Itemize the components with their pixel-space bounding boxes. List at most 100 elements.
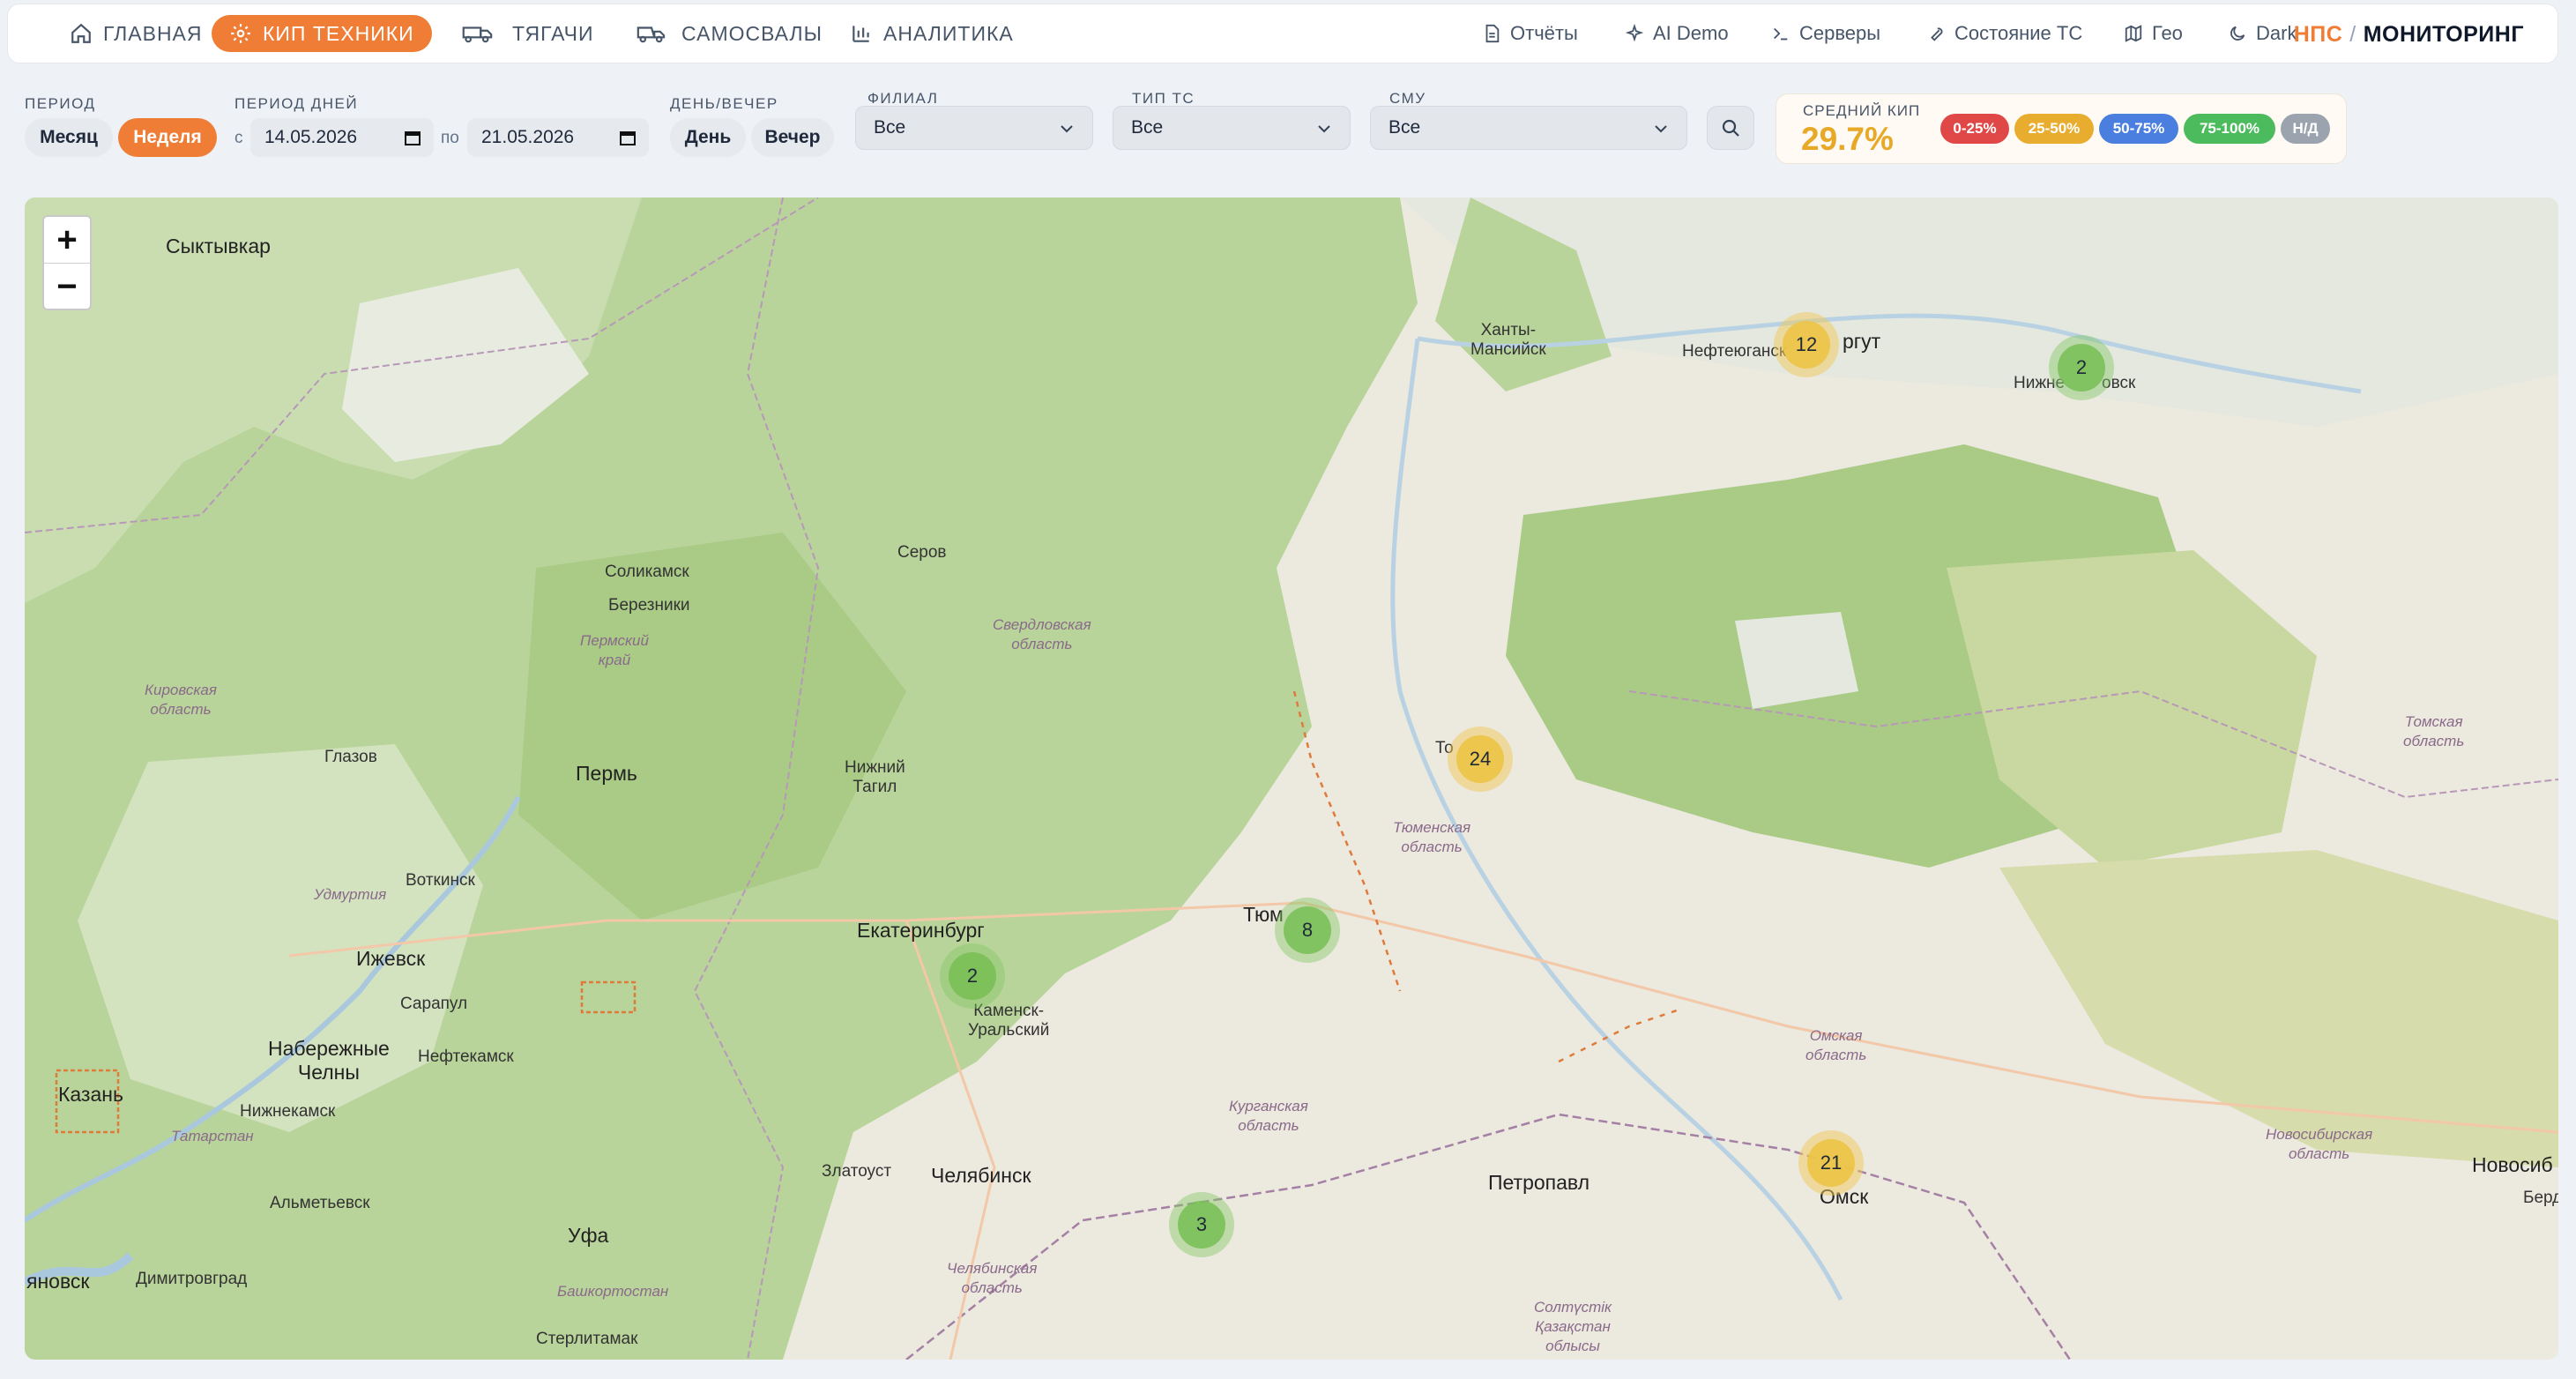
nav-tractors[interactable]: ТЯГАЧИ <box>436 15 611 52</box>
city-label: Челябинск <box>931 1164 1031 1187</box>
search-button[interactable] <box>1707 106 1754 150</box>
nav-ai-demo[interactable]: AI Demo <box>1625 15 1729 52</box>
region-label: Удмуртия <box>314 886 387 903</box>
cluster-count: 24 <box>1456 735 1504 783</box>
from-date-input[interactable]: 14.05.2026 <box>250 118 434 157</box>
cluster-count: 2 <box>2058 344 2105 391</box>
vehicle-cluster[interactable]: 3 <box>1169 1192 1234 1257</box>
nav-dark[interactable]: Dark <box>2228 15 2297 52</box>
vehicle-type-select[interactable]: Все <box>1113 106 1351 150</box>
top-nav: ГЛАВНАЯ КИП ТЕХНИКИ ТЯГАЧИ САМОСВАЛЫ АНА… <box>7 4 2558 63</box>
nav-servers-label: Серверы <box>1799 22 1881 44</box>
dump-truck-icon <box>637 26 666 43</box>
city-label: Альметьевск <box>270 1194 370 1212</box>
from-date-value: 14.05.2026 <box>264 127 358 147</box>
brand-sep: / <box>2349 22 2356 47</box>
city-label: Набережные Челны <box>268 1037 390 1084</box>
cluster-count: 8 <box>1284 906 1331 954</box>
vehicle-type-label: ТИП ТС <box>1132 90 1195 107</box>
city-label: яновск <box>26 1270 90 1293</box>
nav-home[interactable]: ГЛАВНАЯ <box>52 15 220 52</box>
city-label: Глазов <box>324 748 377 766</box>
city-label: Соликамск <box>605 563 689 581</box>
region-label: Тюменская область <box>1393 819 1471 855</box>
city-label: Пермь <box>576 762 637 785</box>
nav-ai-demo-label: AI Demo <box>1653 22 1729 44</box>
to-date-input[interactable]: 21.05.2026 <box>467 118 649 157</box>
map-tiles <box>25 198 2558 1360</box>
period-week-button[interactable]: Неделя <box>118 118 217 157</box>
truck-icon <box>462 26 493 43</box>
city-label: ргут <box>1843 330 1881 353</box>
nav-dark-label: Dark <box>2256 22 2297 44</box>
city-label: Нижнекамск <box>240 1102 336 1121</box>
home-icon <box>71 23 91 43</box>
nav-analytics[interactable]: АНАЛИТИКА <box>832 15 1031 52</box>
document-icon <box>1485 24 1500 43</box>
region-label: Пермский край <box>580 632 649 668</box>
day-evening-label: ДЕНЬ/ВЕЧЕР <box>670 95 778 112</box>
city-label: Березники <box>608 596 690 615</box>
search-icon <box>1722 119 1739 137</box>
legend-badge-50-75: 50-75% <box>2099 114 2178 144</box>
city-label: Нижний Тагил <box>845 758 905 796</box>
region-label: Новосибирская область <box>2266 1126 2373 1162</box>
vehicle-cluster[interactable]: 12 <box>1774 312 1839 377</box>
smu-select[interactable]: Все <box>1370 106 1687 150</box>
cluster-count: 12 <box>1783 321 1830 369</box>
nav-dumptrucks[interactable]: САМОСВАЛЫ <box>614 15 840 52</box>
city-label: Воткинск <box>406 871 475 890</box>
city-label: Казань <box>58 1083 123 1106</box>
city-label: Ханты- Мансийск <box>1470 321 1546 359</box>
gear-icon <box>231 24 250 43</box>
vehicle-type-select-value: Все <box>1131 117 1164 138</box>
nav-tractors-label: ТЯГАЧИ <box>512 21 594 45</box>
from-prefix: с <box>235 129 243 147</box>
city-label: Уфа <box>568 1224 609 1247</box>
nav-geo[interactable]: Гео <box>2124 15 2183 52</box>
vehicle-cluster[interactable]: 21 <box>1798 1130 1864 1196</box>
zoom-out-button[interactable]: − <box>44 264 90 309</box>
vehicle-cluster[interactable]: 2 <box>940 943 1005 1009</box>
region-label: Курганская область <box>1229 1098 1308 1134</box>
city-label: Златоуст <box>822 1162 892 1181</box>
city-label: Нефтеюганск <box>1682 342 1787 361</box>
legend-badge-na: Н/Д <box>2281 114 2330 144</box>
city-label: Берд <box>2523 1189 2558 1207</box>
city-label: Ижевск <box>356 947 426 970</box>
region-label: Томская область <box>2403 713 2465 749</box>
evening-button[interactable]: Вечер <box>751 118 834 157</box>
nav-reports[interactable]: Отчёты <box>1482 15 1578 52</box>
region-label: Свердловская область <box>993 616 1091 652</box>
nav-home-label: ГЛАВНАЯ <box>103 21 203 45</box>
vehicle-cluster[interactable]: 24 <box>1448 727 1513 792</box>
city-label: Петропавл <box>1488 1171 1590 1194</box>
map-view[interactable]: + − Сыктывкар Ханты- Мансийск Нефтеюганс… <box>25 198 2558 1360</box>
chevron-down-icon <box>1318 125 1330 133</box>
zoom-in-button[interactable]: + <box>44 217 90 264</box>
legend-badge-25-50: 25-50% <box>2014 114 2094 144</box>
nav-servers[interactable]: Серверы <box>1771 15 1880 52</box>
branch-select[interactable]: Все <box>855 106 1093 150</box>
day-button[interactable]: День <box>670 118 746 157</box>
brand-left: НПС <box>2293 22 2343 47</box>
region-label: Башкортостан <box>557 1283 669 1300</box>
nav-analytics-label: АНАЛИТИКА <box>883 21 1014 45</box>
vehicle-cluster[interactable]: 8 <box>1275 898 1340 963</box>
region-label: Кировская область <box>145 682 217 718</box>
moon-icon <box>2230 26 2245 41</box>
nav-vehicle-state[interactable]: Состояние ТС <box>1926 15 2082 52</box>
city-label: Сыктывкар <box>166 235 271 257</box>
average-kip-title: СРЕДНИЙ КИП <box>1803 102 1921 119</box>
period-month-button[interactable]: Месяц <box>25 118 113 157</box>
vehicle-cluster[interactable]: 2 <box>2049 335 2114 400</box>
wrench-icon <box>1931 27 1943 41</box>
nav-kip[interactable]: КИП ТЕХНИКИ <box>212 15 432 52</box>
nav-dumptrucks-label: САМОСВАЛЫ <box>681 21 823 45</box>
nav-reports-label: Отчёты <box>1510 22 1578 44</box>
region-label: Омская область <box>1805 1027 1867 1063</box>
cluster-count: 2 <box>949 952 996 1000</box>
chevron-down-icon <box>1061 125 1073 133</box>
city-label: Екатеринбург <box>857 919 985 942</box>
cluster-count: 21 <box>1807 1139 1855 1187</box>
